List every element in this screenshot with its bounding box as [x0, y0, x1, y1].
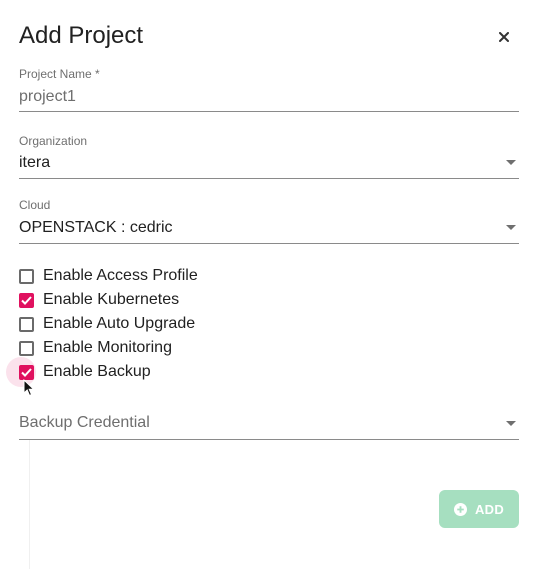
enable-access-profile-checkbox[interactable]: Enable Access Profile: [19, 264, 198, 288]
cloud-select[interactable]: Cloud OPENSTACK : cedric: [19, 197, 519, 244]
option-label: Enable Access Profile: [43, 267, 198, 284]
checkbox-icon[interactable]: [19, 364, 34, 380]
enable-auto-upgrade-checkbox[interactable]: Enable Auto Upgrade: [19, 312, 195, 336]
add-button[interactable]: ADD: [439, 490, 519, 528]
checkbox-icon[interactable]: [19, 316, 34, 332]
option-label: Enable Auto Upgrade: [43, 315, 196, 332]
dialog-title: Add Project: [19, 22, 144, 49]
mouse-pointer-icon: [23, 379, 35, 397]
project-name-input[interactable]: project1: [19, 88, 76, 106]
chevron-down-icon: [506, 160, 516, 165]
divider: [29, 440, 30, 569]
chevron-down-icon: [506, 225, 516, 230]
enable-monitoring-checkbox[interactable]: Enable Monitoring: [19, 336, 172, 360]
project-name-field[interactable]: Project Name * project1: [19, 66, 519, 112]
checkbox-icon[interactable]: [19, 268, 34, 284]
close-button[interactable]: [494, 27, 514, 47]
plus-circle-icon: [453, 502, 467, 516]
add-project-dialog: Add Project Project Name * project1 Orga…: [0, 0, 540, 569]
enable-backup-checkbox[interactable]: Enable Backup: [19, 360, 151, 384]
organization-label: Organization: [19, 134, 88, 148]
project-name-label: Project Name *: [19, 67, 100, 81]
option-label: Enable Monitoring: [43, 339, 172, 356]
organization-select[interactable]: Organization itera: [19, 132, 519, 179]
add-button-label: ADD: [474, 501, 505, 517]
enable-kubernetes-checkbox[interactable]: Enable Kubernetes: [19, 288, 179, 312]
organization-value: itera: [19, 154, 51, 171]
close-icon: [499, 32, 509, 42]
check-icon: [21, 295, 32, 305]
check-icon: [21, 367, 32, 377]
cloud-label: Cloud: [19, 198, 51, 212]
backup-credential-placeholder: Backup Credential: [19, 414, 150, 431]
checkbox-icon[interactable]: [19, 292, 34, 308]
option-label: Enable Backup: [43, 363, 151, 380]
chevron-down-icon: [506, 421, 516, 426]
backup-credential-select[interactable]: Backup Credential: [19, 408, 519, 440]
checkbox-icon[interactable]: [19, 340, 34, 356]
cloud-value: OPENSTACK : cedric: [19, 219, 173, 236]
option-label: Enable Kubernetes: [43, 291, 180, 308]
